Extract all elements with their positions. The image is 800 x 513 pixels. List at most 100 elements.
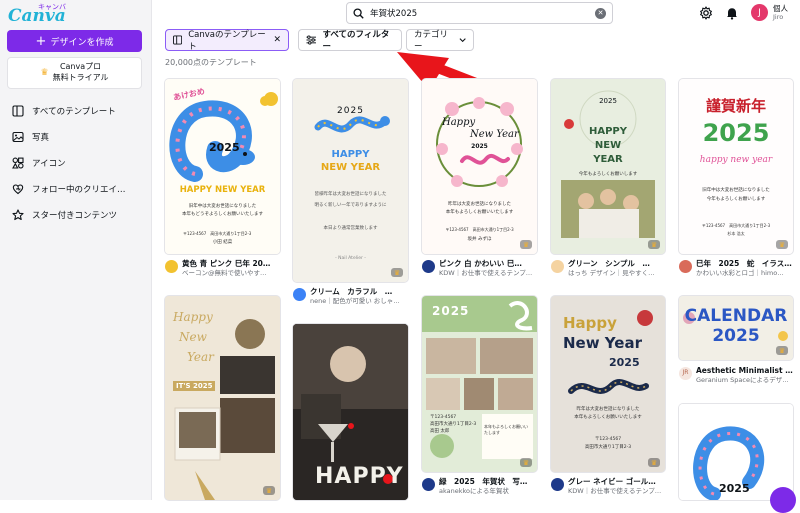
template-card[interactable]: 謹賀新年 2025 happy new year 旧年中は大変お世話になりました… <box>679 79 793 254</box>
photo-icon <box>12 131 24 143</box>
card-meta[interactable]: JR Aesthetic Minimalist … Geranium Space… <box>679 366 796 385</box>
clear-search-icon[interactable]: ✕ <box>595 7 606 19</box>
card-meta[interactable]: ピンク 白 かわいい 巳… KDW｜お仕事で使えるテンプ… <box>422 259 539 278</box>
sidebar-item-following-creators[interactable]: フォロー中のクリエイ… <box>12 176 148 202</box>
card-body-line1: 昨年は大変お世話になりました <box>576 407 640 412</box>
card-body-line1: 〒123-4567 <box>430 415 457 420</box>
card-address: 〒123-4567 高田市大通り1丁目2-3 <box>445 227 514 232</box>
template-icon <box>12 105 24 117</box>
notification-bell-icon[interactable] <box>725 6 739 20</box>
sidebar-item-starred[interactable]: スター付きコンテンツ <box>12 202 148 228</box>
template-card[interactable]: HAPPY <box>293 324 408 500</box>
card-creator: KDW｜お仕事で使えるテンプ… <box>439 269 533 278</box>
template-icon <box>173 35 183 45</box>
pro-crown-icon: ♛ <box>263 486 275 495</box>
card-year: 2025 <box>209 141 240 154</box>
card-meta[interactable]: 黄色 青 ピンク 巳年 20… ベーコン@無料で使いやす… <box>165 259 282 278</box>
sidebar-item-label: すべてのテンプレート <box>32 107 116 117</box>
trial-line2: 無料トライアル <box>52 73 109 82</box>
card-body-line2: 明るく新しい一年でありますように <box>314 203 387 208</box>
card-title: Aesthetic Minimalist … <box>696 366 793 375</box>
category-dropdown[interactable]: カテゴリー <box>406 29 474 52</box>
card-body-line3: 高田 太郎 <box>430 429 450 434</box>
template-card[interactable]: あけおめ 2025 HAPPY NEW YEAR 旧年中は大変お世話になりました… <box>165 79 280 254</box>
sidebar-item-all-templates[interactable]: すべてのテンプレート <box>12 98 148 124</box>
card-title: グリーン シンプル … <box>568 259 650 268</box>
card-headline: CALENDAR <box>684 306 788 326</box>
canva-templates-chip[interactable]: Canvaのテンプレート ✕ <box>165 29 289 52</box>
settings-gear-icon[interactable] <box>699 6 713 20</box>
card-meta[interactable]: クリーム カラフル … nene｜配色が可愛い おしゃ… <box>293 287 410 306</box>
template-card[interactable]: Happy New Year 2025 昨年は大変お世話になりました 本年もよろ… <box>551 296 665 472</box>
card-meta[interactable]: グリーン シンプル … はっち デザイン｜見やすく… <box>551 259 668 278</box>
creator-avatar <box>422 478 435 491</box>
template-card[interactable]: 2025 〒123-4567 高田市大通り1丁目2-3 高田 太郎 本年もよろし… <box>422 296 537 472</box>
follow-icon <box>12 184 24 195</box>
creator-avatar <box>293 288 306 301</box>
card-artwork <box>551 79 665 254</box>
create-design-button[interactable]: + デザインを作成 <box>7 30 142 52</box>
pro-crown-icon: ♛ <box>648 240 660 249</box>
card-headline-1: 謹賀新年 <box>705 97 766 115</box>
template-card[interactable]: CALENDAR 2025 ♛ <box>679 296 793 360</box>
account-menu[interactable]: J 個人 Jiro <box>751 4 788 22</box>
sidebar-item-label: フォロー中のクリエイ… <box>32 185 126 195</box>
creator-avatar <box>551 260 564 273</box>
card-body-line4: 本年もよろしくお願いいたします <box>484 424 528 435</box>
all-filters-button[interactable]: すべてのフィルター <box>298 29 402 52</box>
plus-icon: + <box>35 33 47 49</box>
card-body-line1: 今年もよろしくお願いします <box>578 172 638 177</box>
card-year: 2025 <box>712 326 760 346</box>
template-card[interactable]: Happy New Year 2025 昨年は大変お世話になりました 本年もよろ… <box>422 79 537 254</box>
template-card[interactable]: 2025 <box>679 404 793 500</box>
card-headline: HAPPY <box>315 464 404 489</box>
card-body-line2: 本年もどうぞよろしくお願いいたします <box>182 212 263 217</box>
template-card[interactable]: Happy New Year IT'S 2025 ♛ <box>165 296 280 500</box>
trial-line1: Canvaプロ <box>59 62 102 72</box>
all-filters-label: すべてのフィルター <box>322 30 390 52</box>
card-name: 小田 結菜 <box>212 240 233 245</box>
search-bar[interactable]: 年賀状2025 ✕ <box>346 2 613 24</box>
close-icon[interactable]: ✕ <box>273 35 281 45</box>
card-artwork <box>422 296 537 472</box>
card-creator: Geranium Spaceによるデザ… <box>696 376 789 385</box>
card-body-line3: 〒123-4567 <box>594 437 622 442</box>
card-creator: akanekkoによる年賀状 <box>439 487 509 496</box>
card-creator: はっち デザイン｜見やすく… <box>568 269 655 278</box>
crown-icon: ♛ <box>40 68 49 78</box>
card-address: 〒123-4567 高田市大通り1丁目2-3 <box>183 231 252 236</box>
card-headline-2: New Year <box>563 334 642 352</box>
avatar[interactable]: J <box>751 4 768 22</box>
create-design-label: デザインを作成 <box>50 37 114 48</box>
card-meta[interactable]: グレー ネイビー ゴール… KDW｜お仕事で使えるテンプ… <box>551 477 668 496</box>
card-headline-1: Happy <box>563 314 617 332</box>
card-title: グレー ネイビー ゴール… <box>568 477 656 486</box>
card-body-line1: 旧年中は大変お世話になりました <box>188 204 257 209</box>
sidebar-item-icons[interactable]: アイコン <box>12 150 148 176</box>
search-input[interactable]: 年賀状2025 <box>370 7 589 19</box>
pro-crown-icon: ♛ <box>776 240 788 249</box>
chip-label: Canvaのテンプレート <box>188 30 266 52</box>
pro-crown-icon: ♛ <box>776 346 788 355</box>
pro-crown-icon: ♛ <box>648 458 660 467</box>
card-headline-3: YEAR <box>593 154 623 165</box>
sidebar: Canva キャンバ + デザインを作成 ♛ Canvaプロ 無料トライアル す… <box>0 0 152 500</box>
card-meta[interactable]: 巳年 2025 蛇 イラス… かわいい水彩とロゴ｜himo… <box>679 259 796 278</box>
card-title: 緑 2025 年賀状 写… <box>439 477 528 486</box>
template-card[interactable]: 2025 HAPPY NEW YEAR 今年もよろしくお願いします ♛ <box>551 79 665 254</box>
card-headline-1: HAPPY <box>331 149 370 160</box>
help-button[interactable] <box>770 487 796 513</box>
account-type: 個人 <box>773 4 788 13</box>
sidebar-item-photos[interactable]: 写真 <box>12 124 148 150</box>
template-card[interactable]: 2025 HAPPY NEW YEAR 皆様昨年は大変お世話になりました 明るく… <box>293 79 408 282</box>
pro-trial-button[interactable]: ♛ Canvaプロ 無料トライアル <box>7 57 142 89</box>
account-name: Jiro <box>773 13 784 22</box>
card-year: 2025 <box>702 119 770 147</box>
card-body-line2: 高田市大通り1丁目2-3 <box>430 422 477 427</box>
card-headline-2: NEW YEAR <box>320 162 381 173</box>
creator-avatar <box>551 478 564 491</box>
card-meta[interactable]: 緑 2025 年賀状 写… akanekkoによる年賀状 <box>422 477 539 496</box>
canva-logo[interactable]: Canva キャンバ <box>8 3 78 28</box>
card-artwork <box>165 79 280 254</box>
sidebar-item-label: スター付きコンテンツ <box>32 211 118 221</box>
